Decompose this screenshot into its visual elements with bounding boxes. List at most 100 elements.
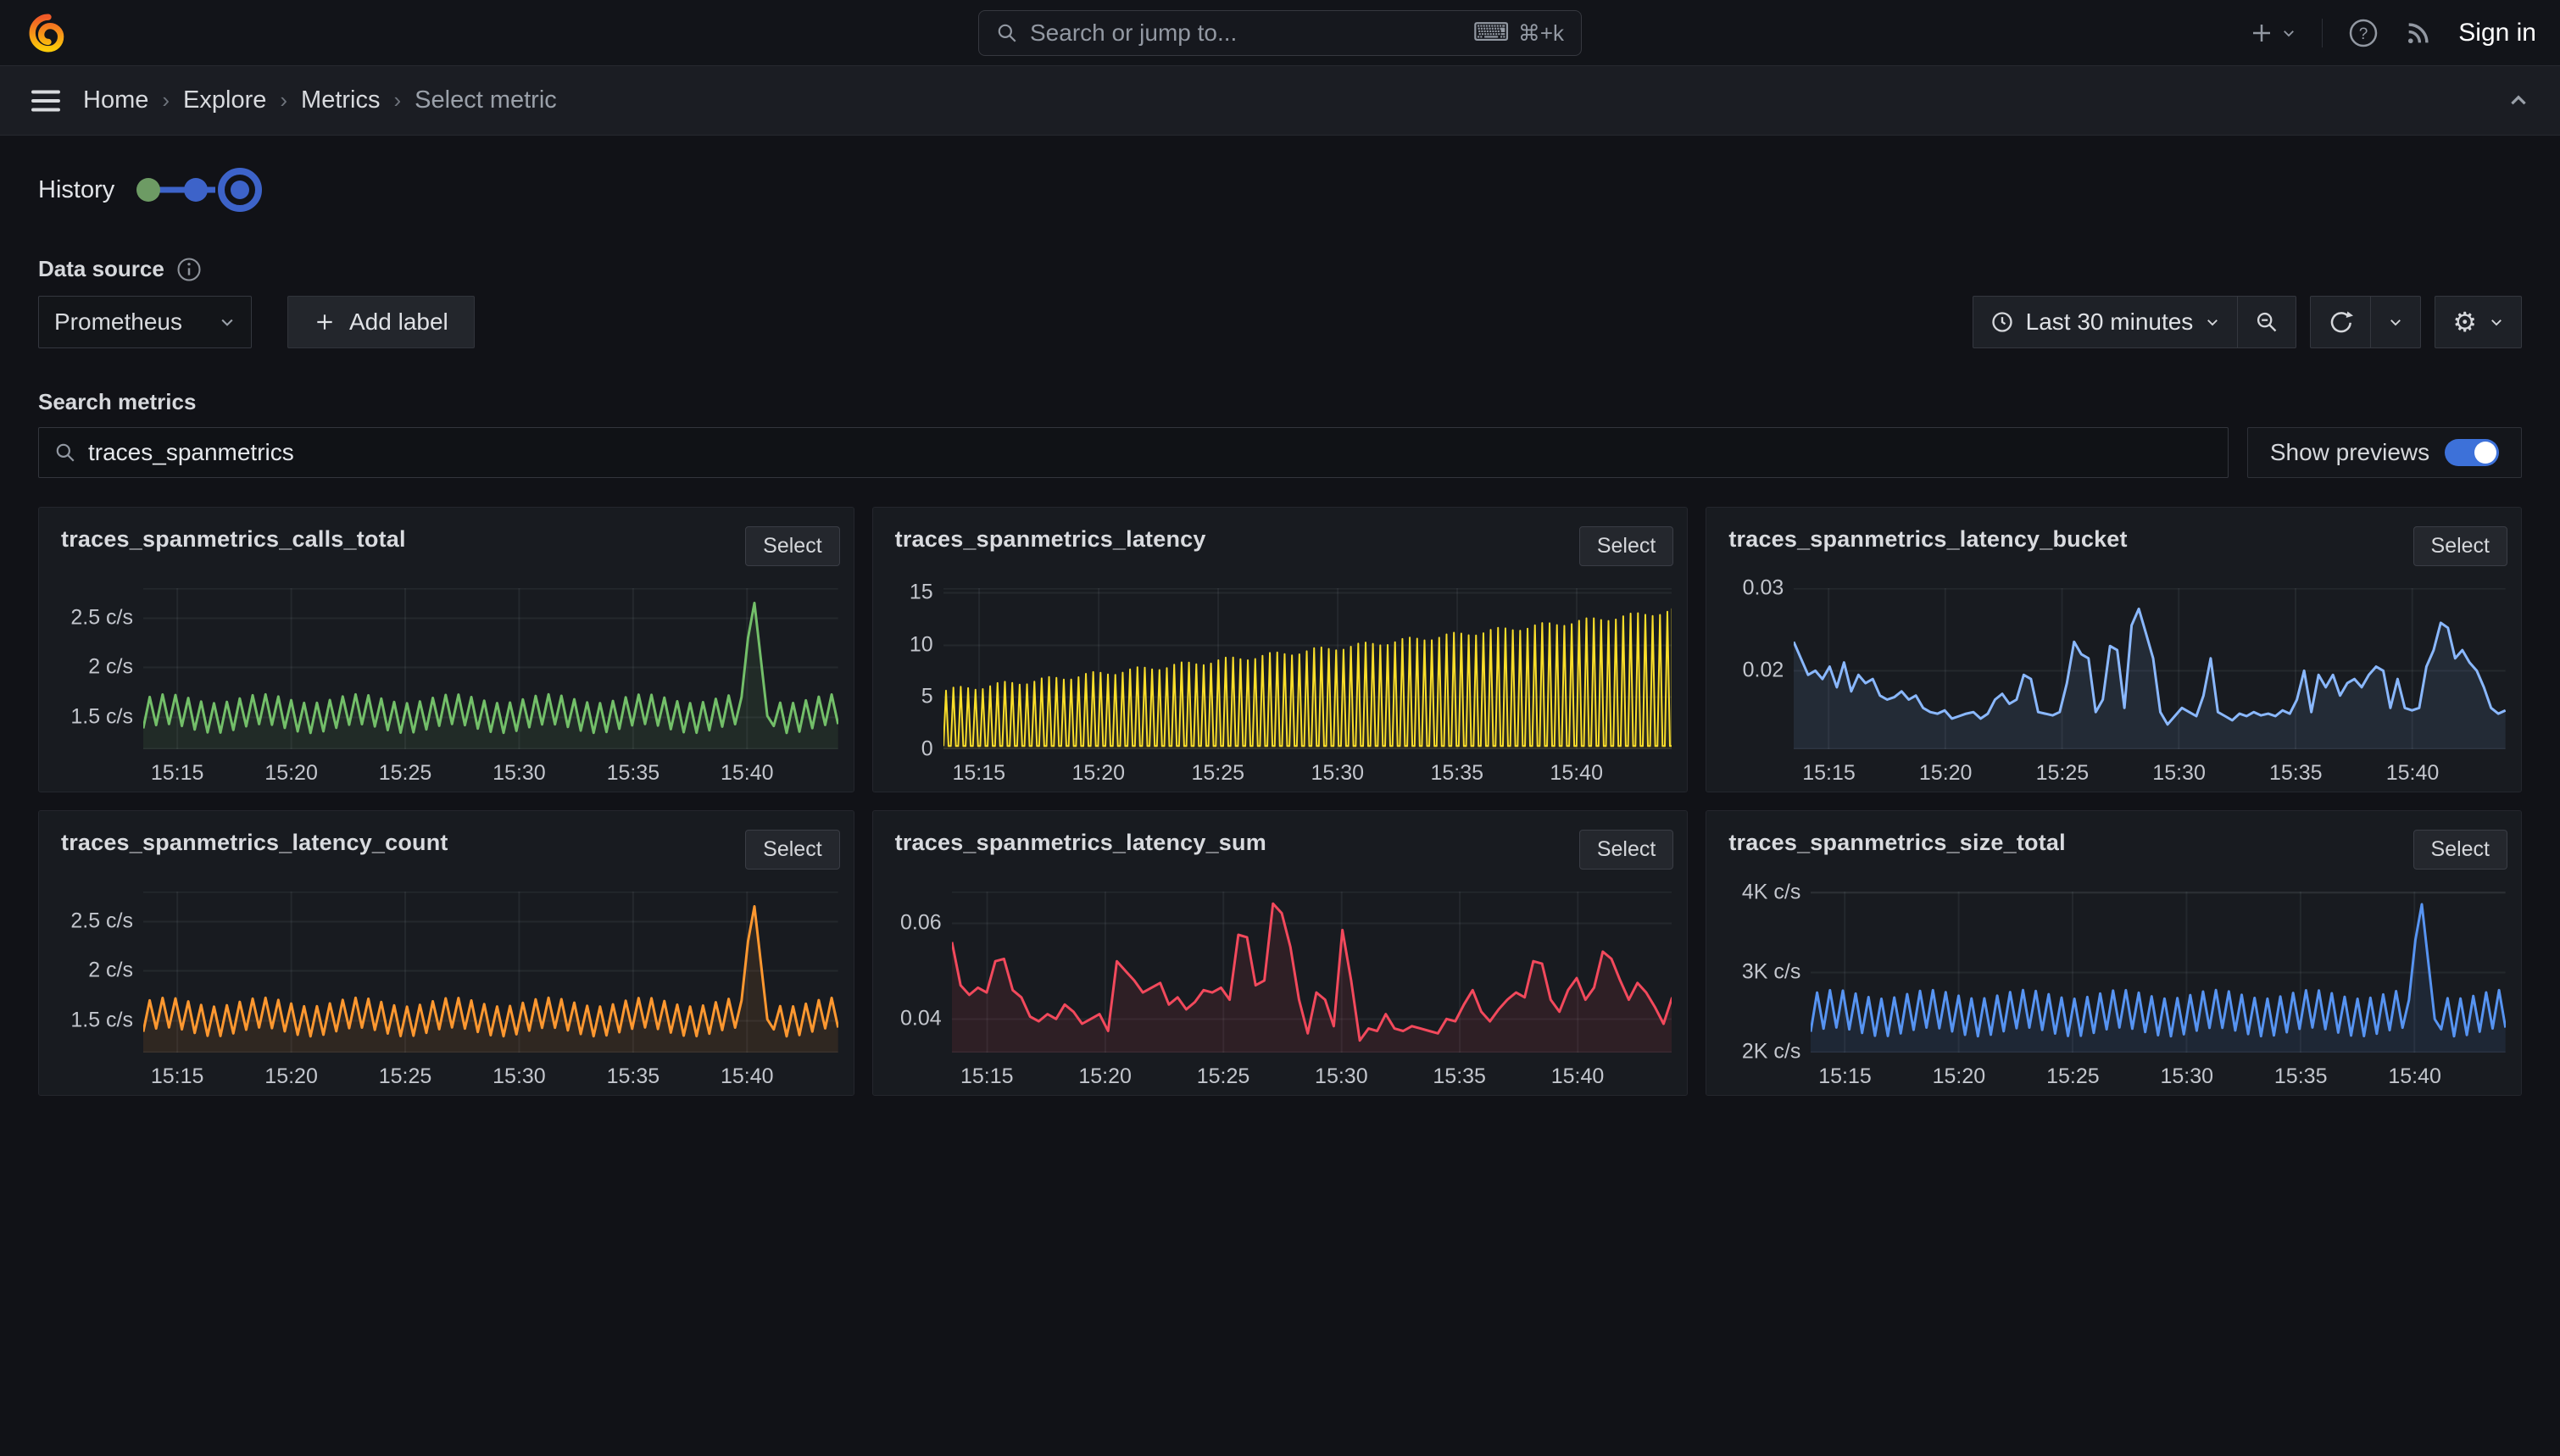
y-tick-label: 1.5 c/s [70,704,133,729]
global-search-input[interactable]: Search or jump to... ⌨ ⌘+k [978,10,1582,56]
x-tick-label: 15:40 [2386,761,2440,786]
x-axis: 15:1515:2015:2515:3015:3515:40 [943,761,1672,788]
metric-search-input[interactable]: traces_spanmetrics [38,427,2229,478]
x-tick-label: 15:35 [607,761,660,786]
refresh-button[interactable] [2311,297,2370,347]
add-label-button[interactable]: Add label [287,296,475,348]
chart-canvas [143,892,838,1053]
keyboard-icon: ⌨ [1473,20,1510,46]
x-tick-label: 15:30 [493,761,546,786]
explore-metrics-content: History Data source Prometheus Add label [0,168,2560,1096]
plot-area [143,588,838,749]
add-label-text: Add label [349,308,448,336]
clock-icon [1990,310,2014,334]
time-range-group: Last 30 minutes [1973,296,2297,348]
y-tick-label: 15 [910,580,933,604]
news-button[interactable] [2404,19,2433,47]
y-tick-label: 2 c/s [88,655,133,680]
sign-in-link[interactable]: Sign in [2458,19,2536,47]
x-tick-label: 15:40 [2388,1064,2441,1089]
panel-title: traces_spanmetrics_size_total [1728,830,2066,856]
preview-chart: 2.5 c/s2 c/s1.5 c/s 15:1515:2015:2515:30… [54,588,838,792]
x-tick-label: 15:35 [2274,1064,2328,1089]
breadcrumb-explore[interactable]: Explore [183,86,266,114]
y-tick-label: 1.5 c/s [70,1008,133,1032]
metric-panel: traces_spanmetrics_latency_sum Select 0.… [872,810,1689,1096]
plot-area [952,892,1672,1053]
zoom-out-button[interactable] [2237,297,2296,347]
y-axis: 2.5 c/s2 c/s1.5 c/s [54,588,133,749]
metric-search-value: traces_spanmetrics [88,439,294,466]
breadcrumb-separator: › [280,87,287,114]
search-placeholder: Search or jump to... [1030,19,1237,47]
x-tick-label: 15:25 [1191,761,1244,786]
gear-icon: ⚙ [2452,308,2477,336]
x-tick-label: 15:40 [721,1064,774,1089]
x-tick-label: 15:15 [960,1064,1014,1089]
x-tick-label: 15:25 [379,1064,432,1089]
breadcrumb-separator: › [162,87,170,114]
new-menu-button[interactable] [2249,20,2296,46]
help-button[interactable]: ? [2348,18,2379,48]
x-tick-label: 15:15 [151,761,204,786]
preview-chart: 0.060.04 15:1515:2015:2515:3015:3515:40 [888,892,1672,1095]
datasource-label: Data source [38,256,164,282]
x-tick-label: 15:30 [2152,761,2206,786]
x-tick-label: 15:25 [1197,1064,1250,1089]
refresh-interval-button[interactable] [2370,297,2420,347]
y-axis: 0.030.02 [1722,588,1784,749]
select-metric-button[interactable]: Select [745,830,839,870]
chart-canvas [1811,892,2506,1053]
select-metric-button[interactable]: Select [1579,526,1673,566]
plot-area [143,892,838,1053]
datasource-picker[interactable]: Prometheus [38,296,252,348]
select-metric-button[interactable]: Select [2413,526,2507,566]
menu-icon[interactable] [31,88,61,114]
show-previews-toggle[interactable] [2445,439,2499,466]
time-range-picker[interactable]: Last 30 minutes [1973,297,2238,347]
search-metrics-label: Search metrics [38,389,196,415]
select-metric-button[interactable]: Select [745,526,839,566]
y-tick-label: 0.03 [1743,576,1784,601]
breadcrumb-bar: Home › Explore › Metrics › Select metric [0,66,2560,136]
x-tick-label: 15:15 [1818,1064,1872,1089]
x-tick-label: 15:25 [379,761,432,786]
x-axis: 15:1515:2015:2515:3015:3515:40 [143,761,838,788]
select-metric-button[interactable]: Select [2413,830,2507,870]
y-axis: 2.5 c/s2 c/s1.5 c/s [54,892,133,1053]
x-tick-label: 15:35 [1430,761,1483,786]
search-icon [996,22,1018,44]
time-range-value: Last 30 minutes [2026,308,2194,336]
x-axis: 15:1515:2015:2515:3015:3515:40 [1811,1064,2506,1092]
refresh-group [2310,296,2421,348]
search-icon [54,442,76,464]
x-tick-label: 15:40 [721,761,774,786]
breadcrumb-separator: › [393,87,401,114]
breadcrumb-home[interactable]: Home [83,86,148,114]
preview-chart: 151050 15:1515:2015:2515:3015:3515:40 [888,588,1672,792]
breadcrumb-metrics[interactable]: Metrics [301,86,380,114]
breadcrumb: Home › Explore › Metrics › Select metric [83,86,557,114]
history-trail-icon[interactable] [135,168,264,212]
x-tick-label: 15:15 [1802,761,1856,786]
x-tick-label: 15:20 [1071,761,1125,786]
search-shortcut: ⌘+k [1518,20,1564,47]
panel-title: traces_spanmetrics_latency [895,526,1206,553]
y-axis: 0.060.04 [888,892,942,1053]
chevron-down-icon [2489,314,2504,330]
info-icon [176,257,202,282]
select-metric-button[interactable]: Select [1579,830,1673,870]
toggle-knob [2474,442,2496,464]
show-previews-label: Show previews [2270,439,2429,466]
grafana-logo-icon[interactable] [29,14,68,53]
chevron-up-icon[interactable] [2507,90,2529,112]
settings-button[interactable]: ⚙ [2435,297,2521,347]
show-previews-control: Show previews [2247,427,2522,478]
plus-icon [2249,20,2274,46]
preview-chart: 0.030.02 15:1515:2015:2515:3015:3515:40 [1722,588,2506,792]
x-axis: 15:1515:2015:2515:3015:3515:40 [143,1064,838,1092]
y-axis: 4K c/s3K c/s2K c/s [1722,892,1800,1053]
y-tick-label: 2 c/s [88,959,133,983]
chart-canvas [943,588,1672,749]
plot-area [1811,892,2506,1053]
